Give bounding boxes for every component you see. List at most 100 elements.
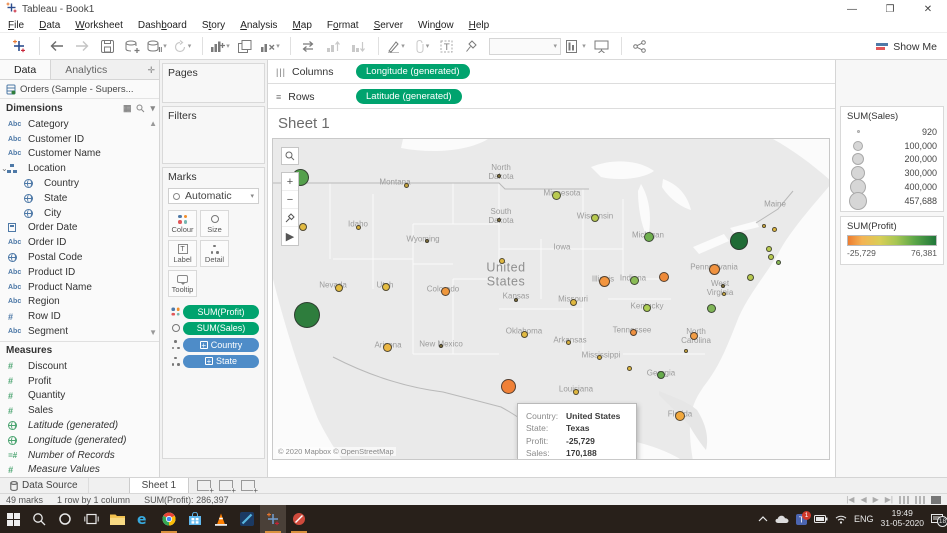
measure-sales[interactable]: #Sales: [0, 403, 159, 418]
dimension-row-id[interactable]: #Row ID: [0, 309, 159, 324]
rows-shelf[interactable]: ≡Rows Latitude (generated): [268, 85, 835, 109]
taskbar-skype-icon[interactable]: [286, 505, 312, 533]
annotation-button[interactable]: ▾: [410, 35, 432, 57]
map-view[interactable]: + − ▶ MontanaNorth DakotaSouth DakotaMin…: [272, 138, 830, 460]
map-mark-new-jersey[interactable]: [747, 274, 754, 281]
language-indicator[interactable]: ENG: [854, 514, 874, 524]
taskbar-search-icon[interactable]: [26, 505, 52, 533]
new-worksheet-tab-button[interactable]: [197, 480, 211, 491]
measure-latitude-generated-[interactable]: Latitude (generated): [0, 418, 159, 433]
map-mark-michigan[interactable]: [644, 232, 654, 242]
profit-color-legend[interactable]: SUM(Profit) -25,729 76,381: [840, 216, 944, 265]
fit-selector[interactable]: ▾: [489, 38, 561, 55]
pin-icon[interactable]: ✛: [147, 65, 155, 76]
taskbar-explorer-icon[interactable]: [104, 505, 130, 533]
map-mark-illinois[interactable]: [599, 276, 610, 287]
menu-dashboard[interactable]: Dashboard: [138, 20, 187, 31]
measure-measure-values[interactable]: #Measure Values: [0, 463, 159, 478]
marks-pill-state[interactable]: +State: [168, 355, 259, 369]
refresh-button[interactable]: ▾: [171, 35, 193, 57]
zoom-home-button[interactable]: [282, 209, 298, 227]
fix-axes-button[interactable]: [460, 35, 482, 57]
menu-format[interactable]: Format: [327, 20, 359, 31]
pause-updates-button[interactable]: ▾: [146, 35, 168, 57]
sort-descending-button[interactable]: [347, 35, 369, 57]
map-mark-minnesota[interactable]: [552, 191, 561, 200]
dimension-customer-id[interactable]: AbcCustomer ID: [0, 132, 159, 147]
tooltip-button[interactable]: Tooltip: [168, 270, 197, 297]
view-data-icon[interactable]: ▦: [123, 103, 132, 114]
map-mark-ohio[interactable]: [659, 272, 669, 282]
map-mark-oklahoma[interactable]: [521, 331, 528, 338]
sort-ascending-button[interactable]: [322, 35, 344, 57]
marks-pill-sum-sales-[interactable]: SUM(Sales): [168, 322, 259, 336]
show-tabs-icon[interactable]: [899, 496, 909, 504]
columns-shelf[interactable]: |||Columns Longitude (generated): [268, 60, 835, 84]
menu-file[interactable]: File: [8, 20, 24, 31]
sheet-title[interactable]: Sheet 1: [278, 115, 330, 132]
prev-page-icon[interactable]: ◀: [860, 495, 866, 504]
presentation-mode-button[interactable]: [590, 35, 612, 57]
map-mark-south-dakota[interactable]: [497, 218, 501, 222]
action-center-icon[interactable]: 18: [931, 514, 943, 525]
map-mark-alabama[interactable]: [627, 366, 632, 371]
map-mark-wyoming[interactable]: [425, 239, 429, 243]
map-mark-west-virginia[interactable]: [721, 284, 725, 288]
menu-map[interactable]: Map: [292, 20, 311, 31]
dimension-customer-name[interactable]: AbcCustomer Name: [0, 147, 159, 162]
menu-server[interactable]: Server: [374, 20, 403, 31]
map-mark-rhode-island[interactable]: [776, 260, 781, 265]
restore-button[interactable]: ❐: [871, 0, 909, 18]
map-mark-arkansas[interactable]: [566, 340, 571, 345]
taskbar-edge-icon[interactable]: e: [130, 505, 156, 533]
map-mark-new-mexico[interactable]: [439, 344, 443, 348]
data-source-tab[interactable]: Data Source: [0, 478, 89, 493]
map-mark-new-hampshire[interactable]: [772, 227, 777, 232]
measure-discount[interactable]: #Discount: [0, 359, 159, 374]
map-mark-maryland[interactable]: [722, 292, 726, 296]
map-mark-colorado[interactable]: [441, 287, 450, 296]
taskbar-store-icon[interactable]: [182, 505, 208, 533]
measure-longitude-generated-[interactable]: Longitude (generated): [0, 433, 159, 448]
clock[interactable]: 19:49 31-05-2020: [881, 509, 924, 529]
dimension-state[interactable]: State: [0, 191, 159, 206]
pages-shelf[interactable]: Pages: [162, 63, 265, 103]
map-mark-idaho[interactable]: [356, 225, 361, 230]
onedrive-icon[interactable]: [775, 515, 789, 524]
menu-help[interactable]: Help: [469, 20, 490, 31]
measure-quantity[interactable]: #Quantity: [0, 389, 159, 404]
taskbar-start-icon[interactable]: [0, 505, 26, 533]
map-mark-kansas[interactable]: [514, 298, 518, 302]
filters-shelf[interactable]: Filters: [162, 106, 265, 164]
map-mark-california[interactable]: [294, 302, 320, 328]
map-mark-new-york[interactable]: [730, 232, 748, 250]
map-mark-montana[interactable]: [404, 183, 409, 188]
taskbar-taskview-icon[interactable]: [78, 505, 104, 533]
clear-sheet-button[interactable]: ▾: [259, 35, 281, 57]
fit-axis-button[interactable]: ▾: [565, 35, 587, 57]
map-mark-pennsylvania[interactable]: [709, 264, 720, 275]
menu-analysis[interactable]: Analysis: [240, 20, 277, 31]
save-button[interactable]: [96, 35, 118, 57]
taskbar-photos-icon[interactable]: [234, 505, 260, 533]
menu-data[interactable]: Data: [39, 20, 60, 31]
highlight-button[interactable]: ▾: [385, 35, 407, 57]
taskbar-cortana-icon[interactable]: [52, 505, 78, 533]
menu-worksheet[interactable]: Worksheet: [75, 20, 123, 31]
dimension-product-name[interactable]: AbcProduct Name: [0, 280, 159, 295]
new-data-source-button[interactable]: [121, 35, 143, 57]
battery-icon[interactable]: [814, 515, 828, 523]
map-attribution[interactable]: © 2020 Mapbox © OpenStreetMap: [276, 447, 396, 456]
map-mark-nevada[interactable]: [335, 284, 343, 292]
find-field-icon[interactable]: [136, 104, 145, 113]
dimension-postal-code[interactable]: Postal Code: [0, 250, 159, 265]
tab-data[interactable]: Data: [0, 60, 51, 79]
measure-profit[interactable]: #Profit: [0, 374, 159, 389]
mark-type-dropdown[interactable]: Automatic ▾: [168, 188, 259, 204]
map-mark-tennessee[interactable]: [630, 329, 637, 336]
map-mark-texas[interactable]: [501, 379, 516, 394]
map-mark-vermont[interactable]: [762, 224, 766, 228]
new-story-tab-button[interactable]: [241, 480, 255, 491]
tray-expand-icon[interactable]: [758, 516, 768, 522]
menu-window[interactable]: Window: [418, 20, 454, 31]
